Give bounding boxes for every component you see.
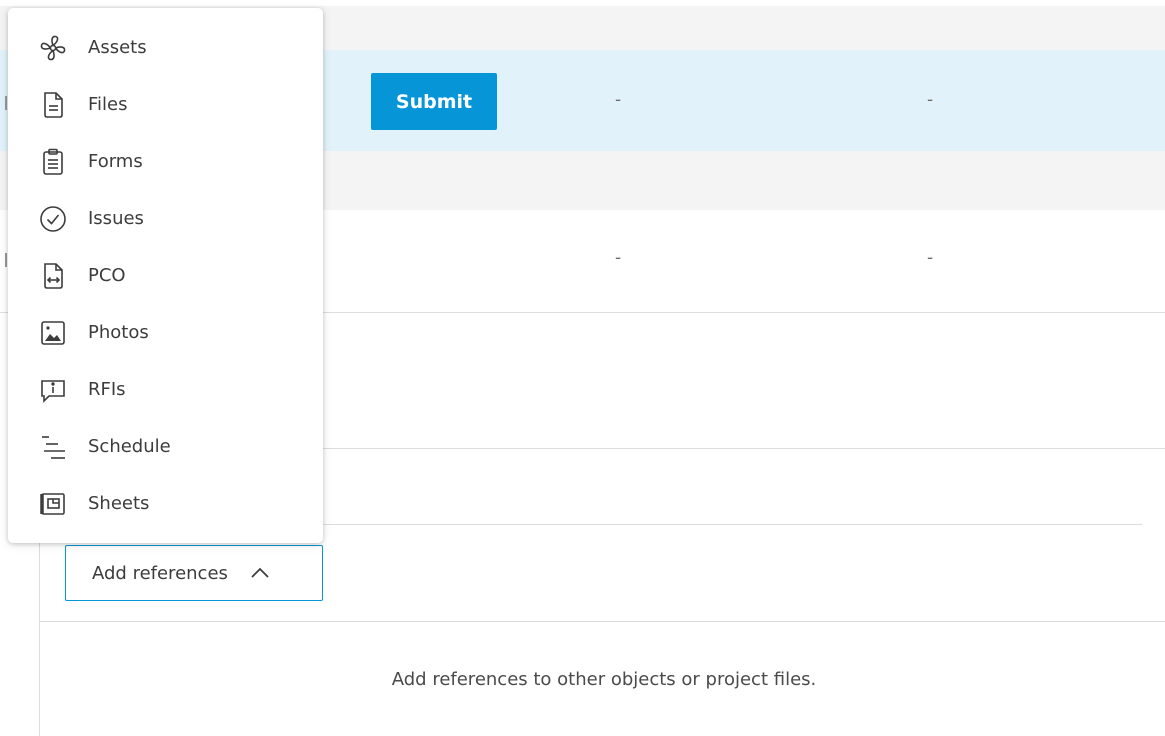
divider bbox=[323, 448, 1165, 449]
assets-icon bbox=[36, 31, 70, 65]
menu-item-assets[interactable]: Assets bbox=[8, 19, 323, 76]
menu-item-label: Sheets bbox=[88, 493, 150, 514]
page: Submit - - - - Add references Add refere… bbox=[0, 0, 1165, 736]
sheet-icon bbox=[36, 487, 70, 521]
schedule-icon bbox=[36, 430, 70, 464]
add-references-button[interactable]: Add references bbox=[65, 545, 323, 601]
menu-item-label: Issues bbox=[88, 208, 144, 229]
menu-item-forms[interactable]: Forms bbox=[8, 133, 323, 190]
table-cell: - bbox=[927, 90, 934, 110]
add-references-label: Add references bbox=[92, 562, 228, 584]
table-cell: - bbox=[615, 90, 622, 110]
menu-item-schedule[interactable]: Schedule bbox=[8, 418, 323, 475]
menu-item-label: Schedule bbox=[88, 436, 171, 457]
add-references-menu: Assets Files Forms Issues PCO Photos RFI… bbox=[8, 8, 323, 543]
menu-item-label: Files bbox=[88, 94, 128, 115]
menu-item-label: RFIs bbox=[88, 379, 126, 400]
menu-item-label: Photos bbox=[88, 322, 149, 343]
menu-item-label: Forms bbox=[88, 151, 143, 172]
table-cell: - bbox=[927, 248, 934, 268]
menu-item-sheets[interactable]: Sheets bbox=[8, 475, 323, 532]
form-icon bbox=[36, 145, 70, 179]
menu-item-pco[interactable]: PCO bbox=[8, 247, 323, 304]
divider bbox=[40, 621, 1165, 622]
menu-item-rfis[interactable]: RFIs bbox=[8, 361, 323, 418]
menu-item-label: Assets bbox=[88, 37, 147, 58]
menu-item-photos[interactable]: Photos bbox=[8, 304, 323, 361]
issue-check-icon bbox=[36, 202, 70, 236]
chevron-up-icon bbox=[250, 567, 270, 579]
file-icon bbox=[36, 88, 70, 122]
photo-icon bbox=[36, 316, 70, 350]
menu-item-issues[interactable]: Issues bbox=[8, 190, 323, 247]
menu-item-files[interactable]: Files bbox=[8, 76, 323, 133]
row-resize-handle[interactable] bbox=[5, 253, 7, 267]
menu-item-label: PCO bbox=[88, 265, 126, 286]
rfi-icon bbox=[36, 373, 70, 407]
submit-button[interactable]: Submit bbox=[371, 73, 497, 130]
table-cell: - bbox=[615, 248, 622, 268]
row-resize-handle[interactable] bbox=[5, 96, 7, 110]
divider bbox=[323, 524, 1142, 525]
references-empty-message: Add references to other objects or proje… bbox=[391, 669, 817, 690]
pco-icon bbox=[36, 259, 70, 293]
